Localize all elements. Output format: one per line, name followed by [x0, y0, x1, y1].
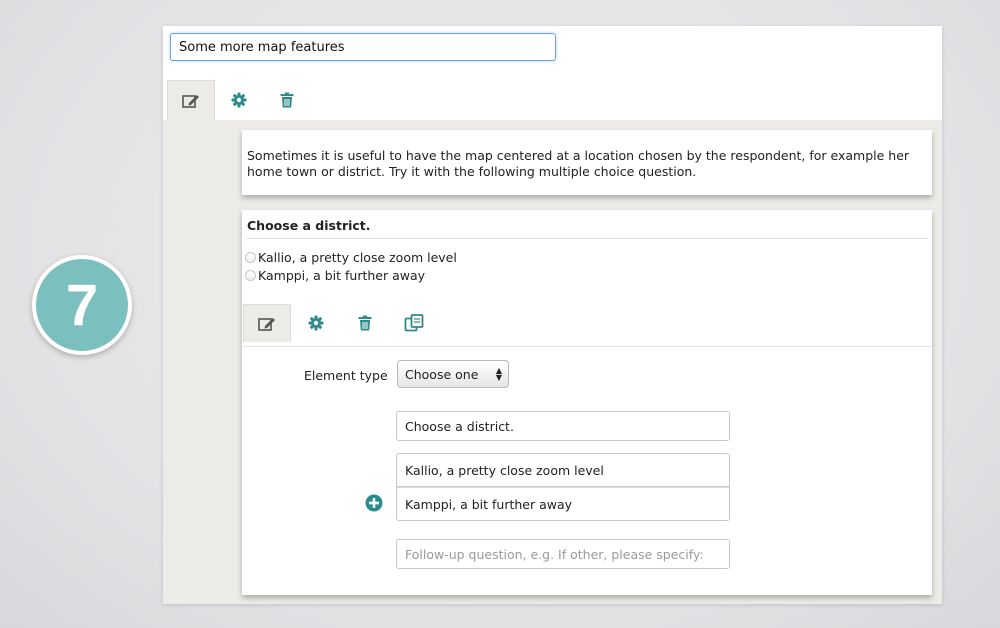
option-kallio[interactable]: Kallio, a pretty close zoom level: [245, 250, 457, 265]
question-card: Choose a district. Kallio, a pretty clos…: [242, 210, 932, 595]
question-copy-tab[interactable]: [390, 304, 438, 342]
option-label: Kamppi, a bit further away: [258, 268, 426, 283]
select-arrows-icon: ▲ ▼: [495, 366, 502, 382]
add-option-icon[interactable]: [365, 494, 383, 516]
gear-icon: [308, 315, 324, 331]
question-title: Choose a district.: [247, 218, 371, 233]
edit-icon: [258, 316, 276, 332]
question-divider: [247, 238, 928, 239]
section-settings-tab[interactable]: [215, 80, 263, 120]
radio-button[interactable]: [245, 252, 256, 263]
section-delete-tab[interactable]: [263, 80, 311, 120]
edit-icon: [182, 93, 200, 109]
question-text-value: Choose a district.: [405, 418, 514, 434]
radio-button[interactable]: [245, 270, 256, 281]
section-title-input[interactable]: [170, 33, 556, 61]
section-edit-tab[interactable]: [167, 80, 215, 120]
gear-icon: [231, 92, 247, 108]
trash-icon: [358, 315, 372, 331]
question-edit-tab[interactable]: [243, 304, 291, 342]
question-delete-tab[interactable]: [341, 304, 389, 342]
question-editor: Element type Choose one ▲ ▼ Choose a dist…: [243, 346, 931, 595]
copy-icon: [404, 314, 424, 332]
intro-text: Sometimes it is useful to have the map c…: [247, 148, 910, 179]
option-kamppi[interactable]: Kamppi, a bit further away: [245, 268, 425, 283]
trash-icon: [280, 92, 294, 108]
section-toolbar: [163, 80, 942, 120]
step-number-badge: 7: [32, 255, 132, 355]
follow-up-placeholder: Follow-up question, e.g. If other, pleas…: [405, 546, 704, 562]
option-field-value: Kallio, a pretty close zoom level: [405, 462, 604, 478]
element-type-select[interactable]: Choose one ▲ ▼: [397, 360, 509, 388]
question-settings-tab[interactable]: [292, 304, 340, 342]
option-field-value: Kamppi, a bit further away: [405, 496, 573, 512]
question-toolbar: [242, 304, 932, 342]
intro-text-card: Sometimes it is useful to have the map c…: [242, 130, 932, 195]
follow-up-question-field[interactable]: Follow-up question, e.g. If other, pleas…: [396, 539, 730, 569]
option-field-2[interactable]: Kamppi, a bit further away: [396, 487, 730, 521]
question-text-field[interactable]: Choose a district.: [396, 411, 730, 441]
option-label: Kallio, a pretty close zoom level: [258, 250, 457, 265]
section-canvas: Sometimes it is useful to have the map c…: [163, 120, 942, 604]
element-type-label: Element type: [304, 368, 388, 383]
option-field-1[interactable]: Kallio, a pretty close zoom level: [396, 453, 730, 487]
section-panel: Sometimes it is useful to have the map c…: [163, 26, 942, 604]
element-type-value: Choose one: [405, 366, 479, 382]
